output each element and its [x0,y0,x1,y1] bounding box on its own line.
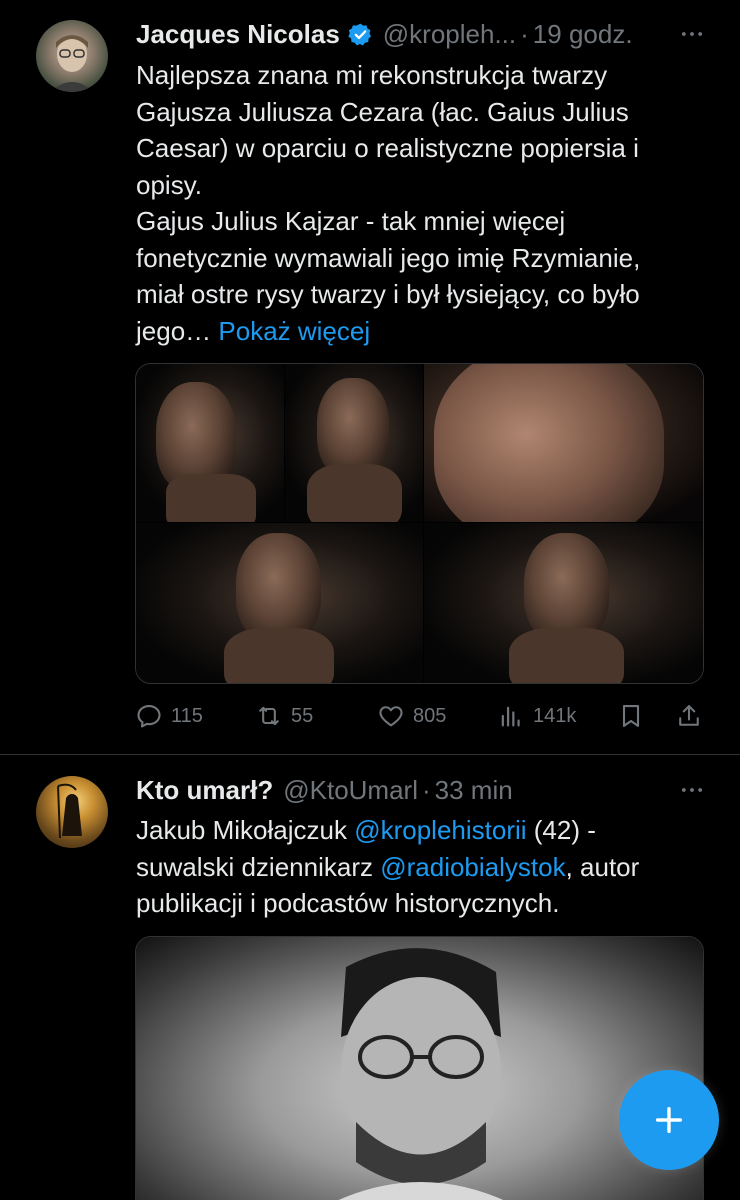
tweet-text-line: Jakub Mikołajczuk @kroplehistorii (42) - [136,812,716,849]
heart-icon [379,706,403,727]
avatar[interactable] [36,20,108,92]
tweet-text-line: suwalski dziennikarz @radiobialystok, au… [136,849,716,886]
retweet-icon [259,706,279,726]
bust-shoulders [224,628,334,683]
views-count: 141k [533,704,577,727]
tweet-text-line: Gajus Julius Kajzar - tak mniej więcej [136,206,566,236]
media-image[interactable] [136,523,423,683]
text-segment: suwalski dziennikarz [136,851,381,882]
mention-link[interactable]: @kroplehistorii [354,815,526,845]
media-image[interactable] [424,523,703,683]
media-image[interactable] [285,364,423,522]
bust-head-closeup [434,364,664,522]
tweet-text-line-last: jego… Pokaż więcej [136,313,716,350]
tweet-text: Najlepsza znana mi rekonstrukcja twarzy … [136,57,716,349]
media-image[interactable] [135,936,704,1200]
tweet-text: Jakub Mikołajczuk @kroplehistorii (42) -… [136,812,716,922]
bust-head [317,378,389,478]
author-name[interactable]: Kto umarł? [136,775,273,806]
text-segment: Jakub Mikołajczuk [136,815,355,845]
tweet-text-line: Najlepsza znana mi rekonstrukcja twarzy [136,60,608,90]
tweet-text-line: opisy. [136,169,202,200]
show-more-link[interactable]: Pokaż więcej [218,316,370,346]
portrait-figure [338,948,504,1200]
separator-dot: · [520,18,529,49]
grim-reaper-icon [57,783,82,839]
retweet-button[interactable]: 55 [255,698,313,734]
tweet-actions: 115 55 805 141k [135,698,704,734]
tweet-header: Jacques Nicolas @kropleh... · 19 godz. [136,16,710,52]
like-button[interactable]: 805 [377,698,446,734]
avatar-portrait-icon [50,35,94,92]
like-count: 805 [413,704,447,727]
bookmark-button[interactable] [617,698,645,734]
reply-button[interactable]: 115 [135,698,203,734]
compose-button[interactable] [619,1070,719,1170]
views-button[interactable]: 141k [497,698,576,734]
views-icon [501,706,520,727]
avatar[interactable] [36,776,108,848]
bust-shoulders [166,474,256,522]
share-icon [679,705,699,726]
media-image[interactable] [424,364,703,522]
bust-head [236,533,321,643]
bookmark-icon [622,705,640,727]
tweet-text-truncated: jego… [136,315,212,346]
text-segment: (42) - [526,815,596,845]
tweet-text-line: miał ostre rysy twarzy i był łysiejący, … [136,279,640,309]
author-handle[interactable]: @KtoUmarl [283,775,418,806]
verified-badge-icon [348,22,373,47]
timestamp[interactable]: 33 min [435,775,513,806]
reply-count: 115 [171,704,203,727]
plus-icon [655,1106,683,1134]
timestamp[interactable]: 19 godz. [533,19,633,50]
text-segment: , autor [565,851,640,882]
reply-icon [137,705,161,728]
share-button[interactable] [675,698,703,734]
media-grid[interactable] [135,363,704,684]
tweet-text-line: publikacji i podcastów historycznych. [136,888,560,918]
tweet-header: Kto umarł? @KtoUmarl · 33 min [136,772,710,808]
separator-dot: · [421,774,431,805]
media-image[interactable] [136,364,284,522]
bust-head [524,533,609,643]
tweet-text-line: Gajusza Juliusza Cezara (łac. Gaius Juli… [136,96,629,127]
tweet-text-line: fonetycznie wymawiali jego imię Rzymiani… [136,242,641,273]
tweet-text-line: Caesar) w oparciu o realistyczne popiers… [136,133,639,163]
more-dots-icon[interactable] [674,16,710,52]
more-dots-icon[interactable] [674,772,710,808]
mention-link[interactable]: @radiobialystok [380,852,565,882]
author-name[interactable]: Jacques Nicolas [136,19,340,50]
retweet-count: 55 [291,704,314,727]
author-handle[interactable]: @kropleh... [383,19,516,50]
bust-shoulders [307,464,402,522]
bust-shoulders [509,628,624,683]
